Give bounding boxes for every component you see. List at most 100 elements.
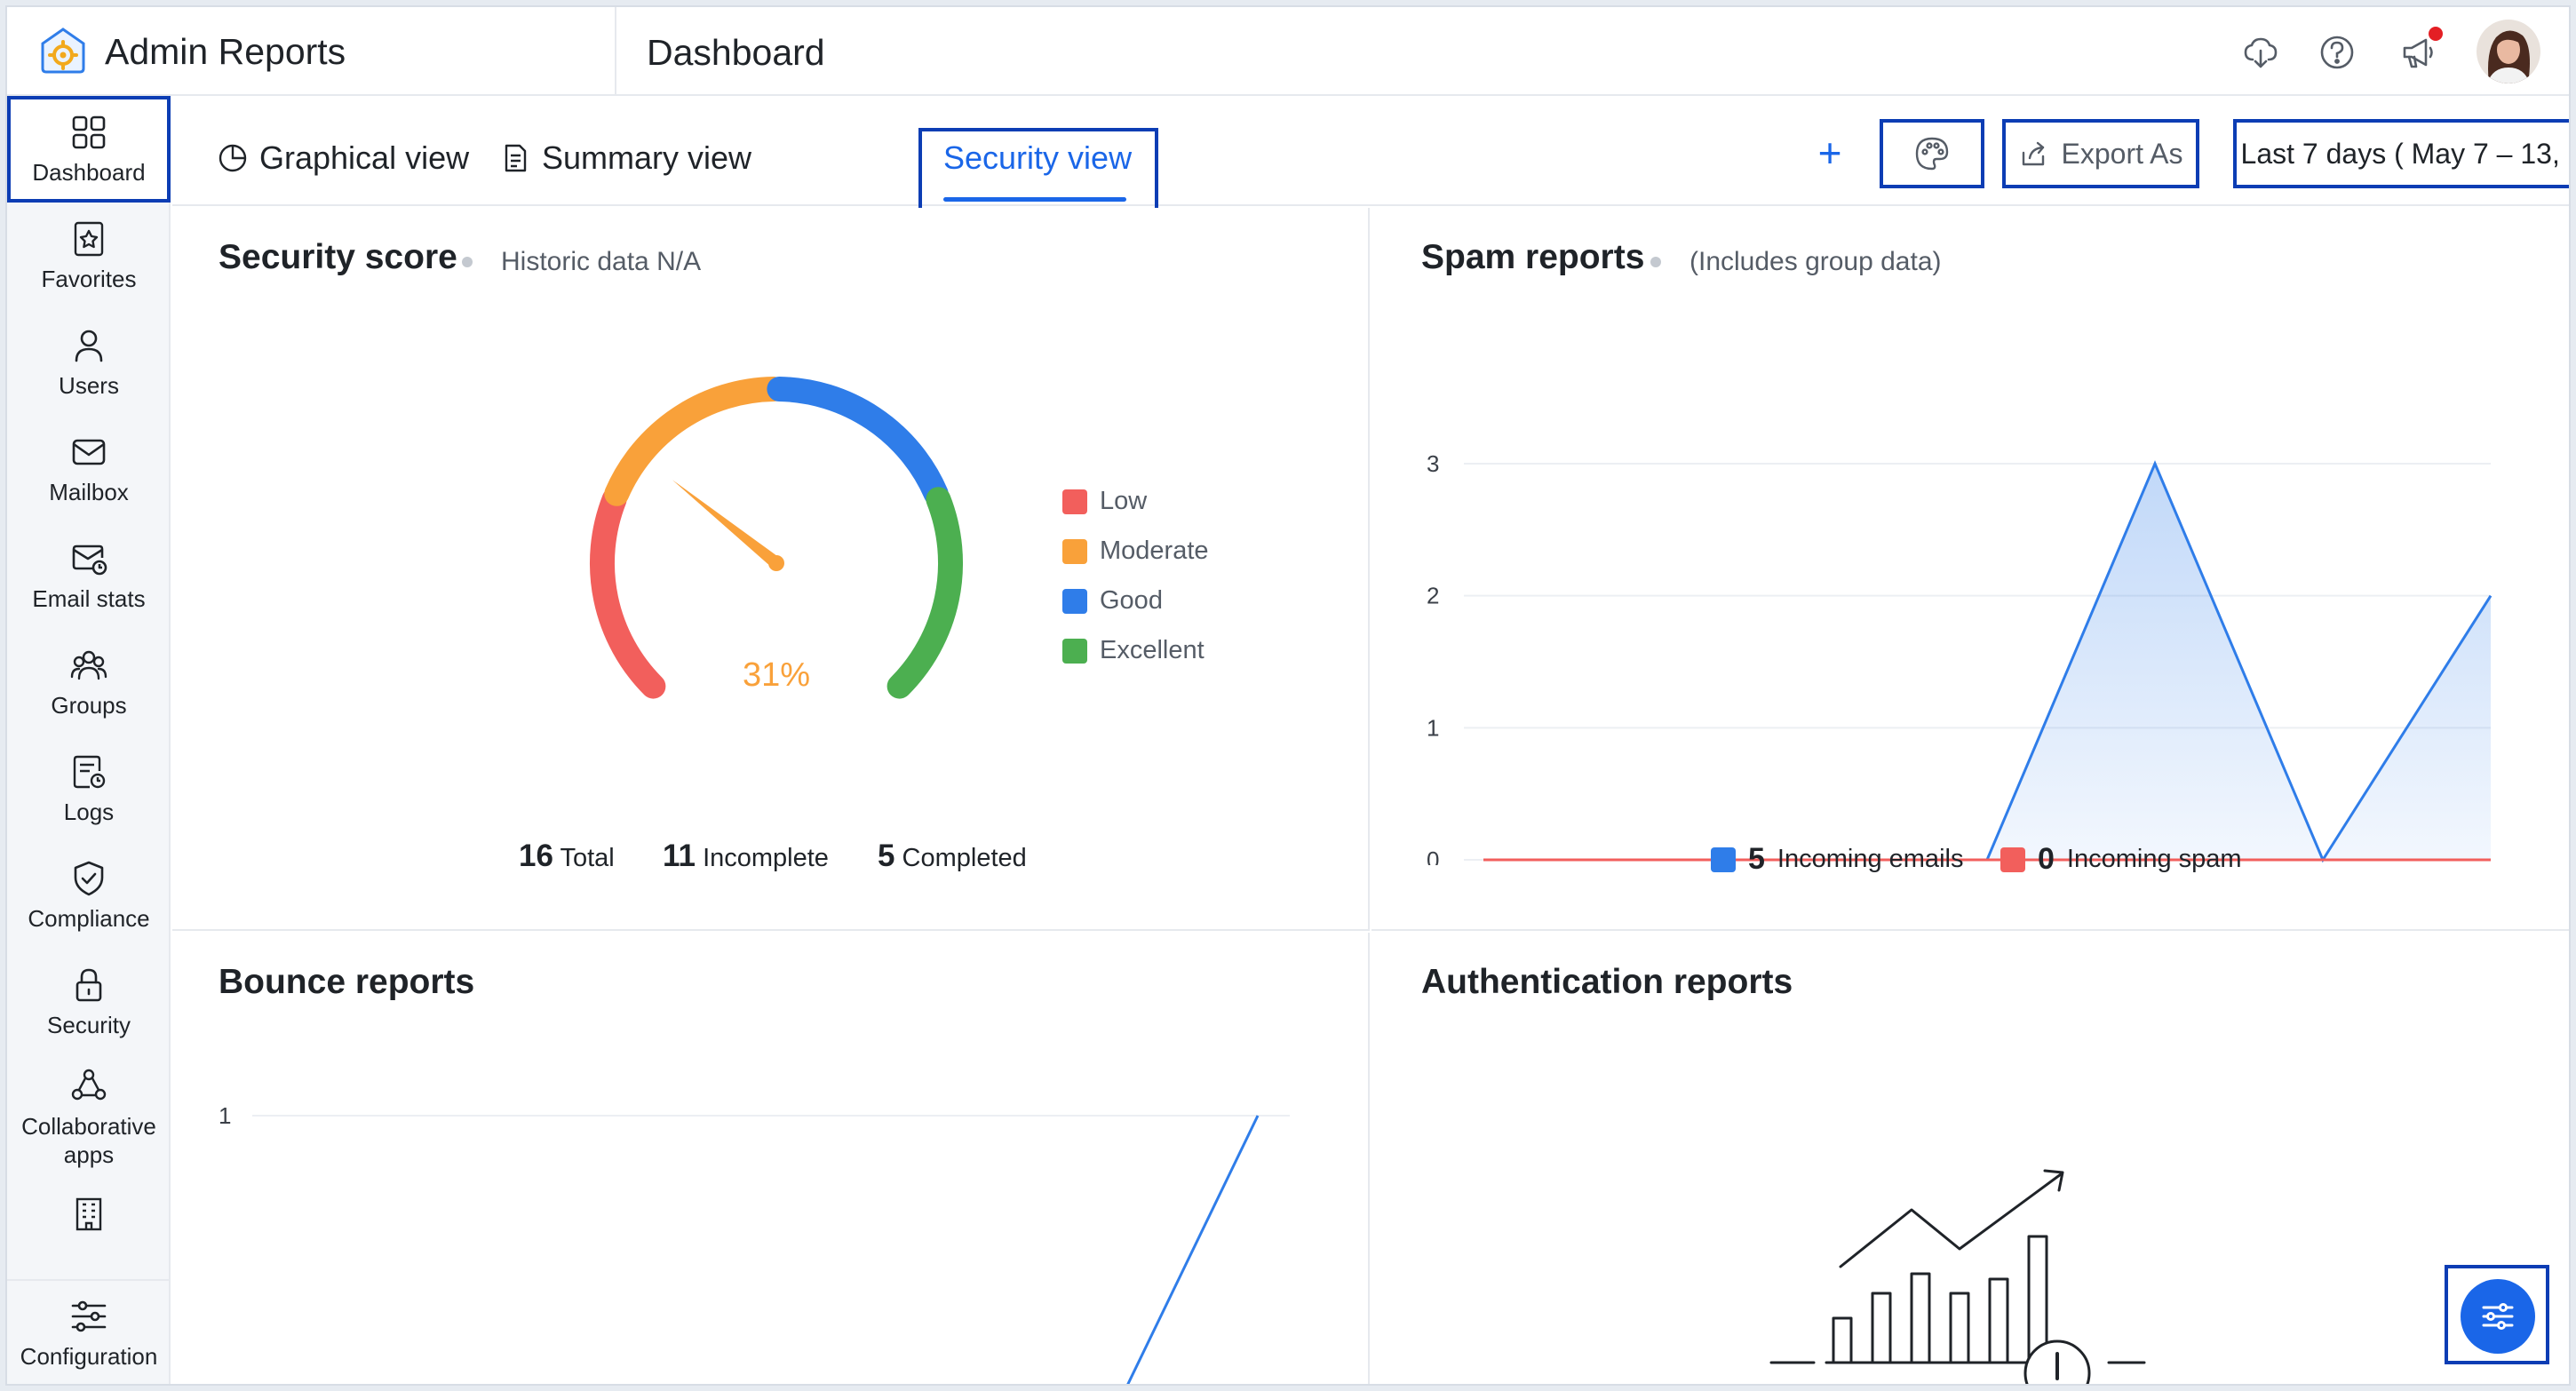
legend-label: Excellent [1100, 636, 1205, 664]
pie-chart-icon [219, 144, 247, 172]
admin-reports-logo-icon [41, 28, 85, 74]
y-tick-label: 1 [1427, 714, 1439, 741]
sidebar-item-compliance[interactable]: Compliance [7, 842, 171, 949]
bounce-reports-chart: 1 [219, 1102, 1290, 1384]
date-range-dropdown[interactable]: Last 7 days ( May 7 – 13, 2025 ) [2233, 119, 2569, 188]
sidebar-item-label: Security [47, 1012, 131, 1038]
sidebar-item-label: Collaborative apps [21, 1113, 156, 1168]
logs-icon [73, 755, 106, 789]
tab-label: Summary view [542, 139, 752, 176]
sidebar-item-email-stats[interactable]: Email stats [7, 522, 171, 629]
stat-completed[interactable]: 5 Completed [878, 839, 1027, 874]
sidebar-item-label: Email stats [32, 585, 146, 612]
tab-security-view[interactable]: Security view [943, 131, 1132, 185]
y-tick-label: 1 [219, 1102, 231, 1129]
sidebar-item-favorites[interactable]: Favorites [7, 203, 171, 309]
app-brand[interactable]: Admin Reports [37, 25, 346, 78]
panel-subtitle: (Includes group data) [1690, 247, 1942, 276]
sidebar-item-label: Logs [63, 799, 115, 825]
sidebar-item-organization[interactable] [7, 1187, 171, 1267]
legend-label: Moderate [1100, 537, 1209, 565]
export-label: Export As [2061, 137, 2183, 170]
favorites-star-icon [74, 221, 104, 257]
tab-summary-view[interactable]: Summary view [499, 131, 751, 185]
bounce-reports-panel: Bounce reports 1 [172, 933, 1370, 1384]
subtitle-separator-dot [1650, 257, 1661, 267]
panel-title: Spam reports [1421, 238, 1645, 276]
legend-item-incoming-spam[interactable]: 0 Incoming spam [2000, 842, 2242, 877]
gauge-segment-moderate [604, 377, 786, 506]
stat-label: Total [560, 844, 615, 872]
configuration-sliders-icon [71, 1300, 107, 1332]
legend-swatch [1062, 489, 1087, 514]
date-range-label: Last 7 days ( May 7 – 13, 2025 ) [2240, 137, 2569, 170]
legend-value: 0 [2038, 842, 2055, 876]
stat-incomplete[interactable]: 11 Incomplete [663, 839, 829, 874]
view-tab-bar: Graphical view Summary view Security vie… [172, 96, 2569, 211]
dashboard-grid-icon [72, 115, 106, 149]
y-tick-label: 2 [1427, 583, 1439, 609]
sidebar-item-mailbox[interactable]: Mailbox [7, 416, 171, 522]
page-title: Dashboard [647, 32, 825, 73]
customize-widgets-button[interactable] [2461, 1279, 2535, 1354]
sidebar-item-label: Dashboard [32, 159, 146, 186]
y-tick-label: 0 [1427, 847, 1439, 865]
avatar[interactable] [2477, 20, 2540, 83]
customize-widgets-button-highlight [2445, 1265, 2549, 1364]
top-bar: Admin Reports Dashboard [7, 7, 2569, 96]
building-icon [76, 1197, 102, 1231]
legend-swatch [1062, 638, 1087, 664]
legend-label: Incoming spam [2066, 845, 2242, 873]
legend-label: Low [1100, 487, 1148, 515]
compliance-shield-icon [74, 861, 104, 896]
legend-item-incoming-emails[interactable]: 5 Incoming emails [1711, 842, 1963, 877]
sidebar-item-configuration[interactable]: Configuration [7, 1279, 171, 1384]
sidebar-item-collaborative-apps[interactable]: Collaborative apps [7, 1055, 171, 1180]
tab-graphical-view[interactable]: Graphical view [217, 131, 469, 185]
groups-icon [70, 650, 107, 680]
panel-subtitle: Historic data N/A [501, 247, 702, 276]
legend-item-excellent: Excellent [1062, 636, 1205, 665]
header-divider [615, 7, 616, 96]
download-cloud-icon[interactable] [2238, 30, 2283, 75]
sidebar: Dashboard Favorites Users Mailbox Email … [7, 96, 171, 1384]
gauge-needle-hub [768, 555, 784, 571]
legend-item-moderate: Moderate [1062, 537, 1209, 566]
sidebar-item-security[interactable]: Security [7, 949, 171, 1055]
sidebar-item-users[interactable]: Users [7, 309, 171, 416]
mailbox-envelope-icon [72, 439, 106, 465]
lock-icon [76, 968, 102, 1002]
gauge-segment-good [767, 377, 949, 506]
series-line-incoming-emails [1483, 460, 2493, 863]
help-icon[interactable] [2315, 30, 2359, 75]
panel-title: Bounce reports [219, 963, 475, 1001]
series-area-incoming-emails [1483, 464, 2491, 860]
tab-label: Graphical view [259, 139, 470, 176]
theme-button[interactable] [1880, 119, 1984, 188]
sidebar-item-dashboard[interactable]: Dashboard [7, 96, 171, 203]
legend-swatch [2000, 847, 2025, 872]
sidebar-item-label: Groups [51, 692, 127, 719]
legend-item-low: Low [1062, 487, 1147, 516]
security-score-panel: Security score Historic data N/A 31% Low… [172, 208, 1370, 931]
sidebar-item-label: Users [59, 372, 119, 399]
panel-title: Authentication reports [1421, 963, 1793, 1001]
add-widget-button[interactable]: + [1807, 126, 1853, 179]
sidebar-item-logs[interactable]: Logs [7, 735, 171, 842]
email-stats-icon [72, 544, 107, 576]
stat-value: 5 [878, 839, 895, 873]
sidebar-item-groups[interactable]: Groups [7, 629, 171, 735]
panel-title: Security score [219, 238, 457, 276]
app-name: Admin Reports [105, 30, 346, 72]
active-tab-indicator [943, 197, 1126, 202]
export-as-button[interactable]: Export As [2002, 119, 2199, 188]
stat-total[interactable]: 16 Total [519, 839, 615, 874]
sidebar-item-label: Mailbox [49, 479, 129, 505]
announcement-icon[interactable] [2397, 27, 2443, 75]
export-icon [2022, 141, 2044, 166]
sidebar-item-label: Favorites [41, 266, 137, 292]
collaborative-apps-icon [71, 1069, 107, 1101]
document-icon [505, 144, 527, 172]
app-window: Admin Reports Dashboard Dashboard Favori… [5, 5, 2571, 1386]
user-icon [75, 330, 103, 362]
